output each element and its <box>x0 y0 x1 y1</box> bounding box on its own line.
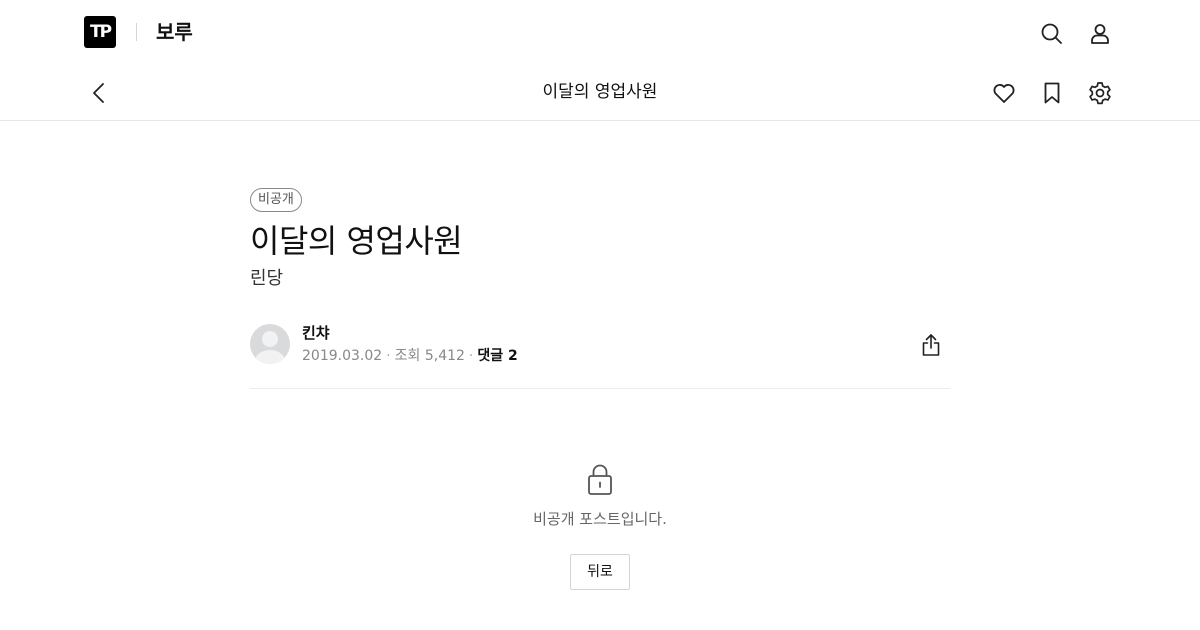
view-count: 조회 5,412 <box>394 348 465 364</box>
private-badge: 비공개 <box>250 188 302 212</box>
post-meta: 2019.03.02 · 조회 5,412 · 댓글 2 <box>302 348 518 364</box>
avatar[interactable] <box>250 324 290 364</box>
gear-icon[interactable] <box>1086 79 1114 107</box>
search-icon[interactable] <box>1038 20 1066 48</box>
comment-count-link[interactable]: 댓글 2 <box>477 348 517 364</box>
top-bar: TP 보루 <box>0 0 1200 66</box>
postype-logo[interactable]: TP <box>84 16 116 48</box>
private-post-message: 비공개 포스트입니다. <box>533 510 667 528</box>
post-header-title: 이달의 영업사원 <box>542 82 658 102</box>
post-header-bar: 이달의 영업사원 <box>0 66 1200 121</box>
post-date: 2019.03.02 <box>302 348 383 364</box>
lock-icon <box>584 462 616 496</box>
post-content: 비공개 이달의 영업사원 린당 킨챠 2019.03.02 · 조회 5,412 · 댓… <box>250 188 950 389</box>
post-subtitle: 린당 <box>250 268 284 289</box>
share-icon[interactable] <box>918 332 944 358</box>
back-button[interactable]: 뒤로 <box>570 554 630 590</box>
heart-icon[interactable] <box>990 79 1018 107</box>
author-info: 킨챠 2019.03.02 · 조회 5,412 · 댓글 2 <box>250 324 950 389</box>
user-icon[interactable] <box>1086 20 1114 48</box>
bookmark-icon[interactable] <box>1038 79 1066 107</box>
blog-name[interactable]: 보루 <box>156 18 193 46</box>
private-post-notice: 비공개 포스트입니다. 뒤로 <box>0 462 1200 590</box>
post-title: 이달의 영업사원 <box>250 222 463 260</box>
author-name[interactable]: 킨챠 <box>302 323 330 343</box>
logo-divider <box>136 23 137 41</box>
